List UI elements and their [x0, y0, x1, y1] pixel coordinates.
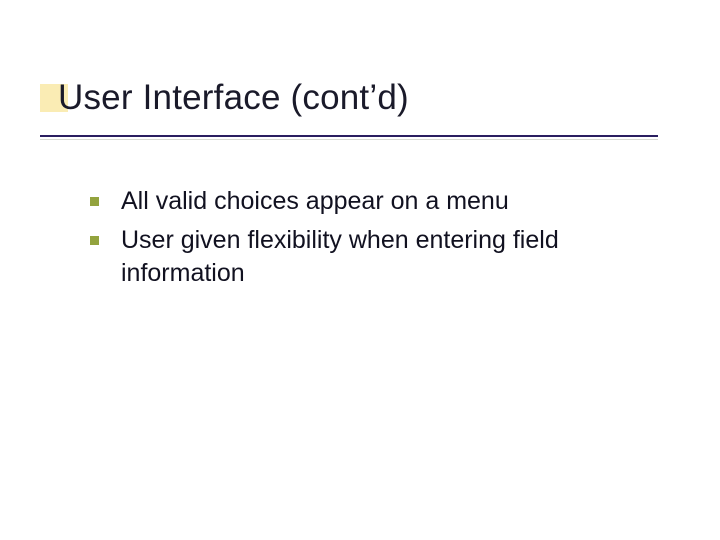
square-bullet-icon — [90, 236, 99, 245]
bullet-text: All valid choices appear on a menu — [121, 185, 509, 218]
slide: User Interface (cont’d) All valid choice… — [0, 0, 720, 540]
slide-title: User Interface (cont’d) — [58, 78, 409, 118]
square-bullet-icon — [90, 197, 99, 206]
title-underline — [40, 135, 658, 137]
list-item: User given flexibility when entering fie… — [90, 224, 670, 290]
bullet-text: User given flexibility when entering fie… — [121, 224, 670, 290]
body-area: All valid choices appear on a menu User … — [90, 185, 670, 296]
list-item: All valid choices appear on a menu — [90, 185, 670, 218]
title-block: User Interface (cont’d) — [40, 78, 409, 118]
